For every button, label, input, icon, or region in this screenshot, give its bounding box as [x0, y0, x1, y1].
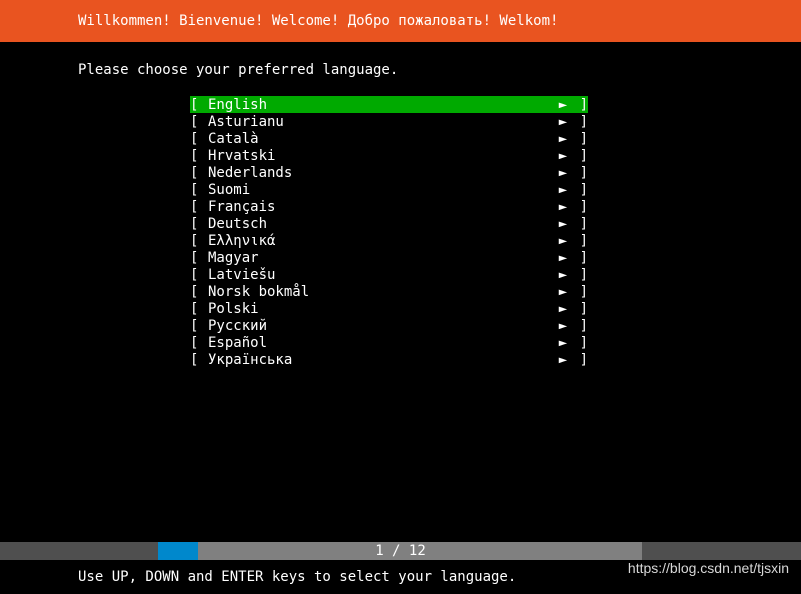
language-item[interactable]: [ Polski► ] [190, 300, 588, 317]
language-item[interactable]: [ Русский► ] [190, 317, 588, 334]
bracket-left: [ [190, 131, 208, 147]
language-name: Hrvatski [208, 148, 556, 164]
bracket-right: ] [570, 335, 588, 351]
bracket-right: ] [570, 165, 588, 181]
bracket-right: ] [570, 318, 588, 334]
submenu-arrow-icon: ► [556, 165, 570, 181]
bracket-right: ] [570, 114, 588, 130]
submenu-arrow-icon: ► [556, 284, 570, 300]
watermark: https://blog.csdn.net/tjsxin [628, 560, 789, 576]
bracket-right: ] [570, 148, 588, 164]
language-name: Norsk bokmål [208, 284, 556, 300]
bracket-right: ] [570, 301, 588, 317]
submenu-arrow-icon: ► [556, 182, 570, 198]
progress-fill [158, 542, 198, 560]
language-item[interactable]: [ Magyar► ] [190, 249, 588, 266]
bracket-left: [ [190, 182, 208, 198]
bracket-right: ] [570, 199, 588, 215]
language-name: Asturianu [208, 114, 556, 130]
language-item[interactable]: [ Deutsch► ] [190, 215, 588, 232]
hint-text: Use UP, DOWN and ENTER keys to select yo… [78, 569, 516, 585]
bracket-left: [ [190, 318, 208, 334]
bracket-right: ] [570, 233, 588, 249]
bracket-right: ] [570, 97, 588, 113]
header-bar: Willkommen! Bienvenue! Welcome! Добро по… [0, 0, 801, 42]
submenu-arrow-icon: ► [556, 250, 570, 266]
progress-bar: 1 / 12 [0, 542, 801, 560]
bracket-left: [ [190, 233, 208, 249]
submenu-arrow-icon: ► [556, 335, 570, 351]
bracket-right: ] [570, 250, 588, 266]
submenu-arrow-icon: ► [556, 148, 570, 164]
language-item[interactable]: [ Norsk bokmål► ] [190, 283, 588, 300]
language-list: [ English► ][ Asturianu► ][ Català► ][ H… [190, 96, 801, 368]
language-name: English [208, 97, 556, 113]
bracket-left: [ [190, 335, 208, 351]
language-name: Українська [208, 352, 556, 368]
bracket-right: ] [570, 216, 588, 232]
bracket-left: [ [190, 165, 208, 181]
language-item[interactable]: [ Nederlands► ] [190, 164, 588, 181]
language-name: Nederlands [208, 165, 556, 181]
language-name: Deutsch [208, 216, 556, 232]
language-name: Русский [208, 318, 556, 334]
bracket-left: [ [190, 267, 208, 283]
bracket-right: ] [570, 284, 588, 300]
submenu-arrow-icon: ► [556, 267, 570, 283]
bracket-left: [ [190, 284, 208, 300]
submenu-arrow-icon: ► [556, 97, 570, 113]
language-name: Polski [208, 301, 556, 317]
language-item[interactable]: [ Hrvatski► ] [190, 147, 588, 164]
submenu-arrow-icon: ► [556, 216, 570, 232]
bracket-left: [ [190, 301, 208, 317]
bracket-left: [ [190, 114, 208, 130]
submenu-arrow-icon: ► [556, 114, 570, 130]
language-item[interactable]: [ Latviešu► ] [190, 266, 588, 283]
bracket-right: ] [570, 352, 588, 368]
language-name: Latviešu [208, 267, 556, 283]
bracket-right: ] [570, 182, 588, 198]
submenu-arrow-icon: ► [556, 318, 570, 334]
language-item[interactable]: [ Suomi► ] [190, 181, 588, 198]
prompt-text: Please choose your preferred language. [78, 62, 801, 78]
language-item[interactable]: [ Español► ] [190, 334, 588, 351]
header-title: Willkommen! Bienvenue! Welcome! Добро по… [78, 13, 558, 29]
language-item[interactable]: [ Українська► ] [190, 351, 588, 368]
language-name: Ελληνικά [208, 233, 556, 249]
language-item[interactable]: [ Asturianu► ] [190, 113, 588, 130]
bracket-left: [ [190, 352, 208, 368]
bracket-right: ] [570, 267, 588, 283]
language-name: Català [208, 131, 556, 147]
submenu-arrow-icon: ► [556, 199, 570, 215]
bracket-left: [ [190, 97, 208, 113]
language-name: Suomi [208, 182, 556, 198]
bracket-left: [ [190, 216, 208, 232]
language-item[interactable]: [ Ελληνικά► ] [190, 232, 588, 249]
submenu-arrow-icon: ► [556, 352, 570, 368]
progress-label: 1 / 12 [375, 543, 426, 559]
language-item[interactable]: [ Français► ] [190, 198, 588, 215]
bracket-left: [ [190, 148, 208, 164]
language-name: Français [208, 199, 556, 215]
language-item[interactable]: [ English► ] [190, 96, 588, 113]
language-name: Magyar [208, 250, 556, 266]
language-item[interactable]: [ Català► ] [190, 130, 588, 147]
submenu-arrow-icon: ► [556, 131, 570, 147]
main-content: Please choose your preferred language. [… [0, 42, 801, 368]
bracket-right: ] [570, 131, 588, 147]
bracket-left: [ [190, 250, 208, 266]
bracket-left: [ [190, 199, 208, 215]
submenu-arrow-icon: ► [556, 233, 570, 249]
submenu-arrow-icon: ► [556, 301, 570, 317]
language-name: Español [208, 335, 556, 351]
